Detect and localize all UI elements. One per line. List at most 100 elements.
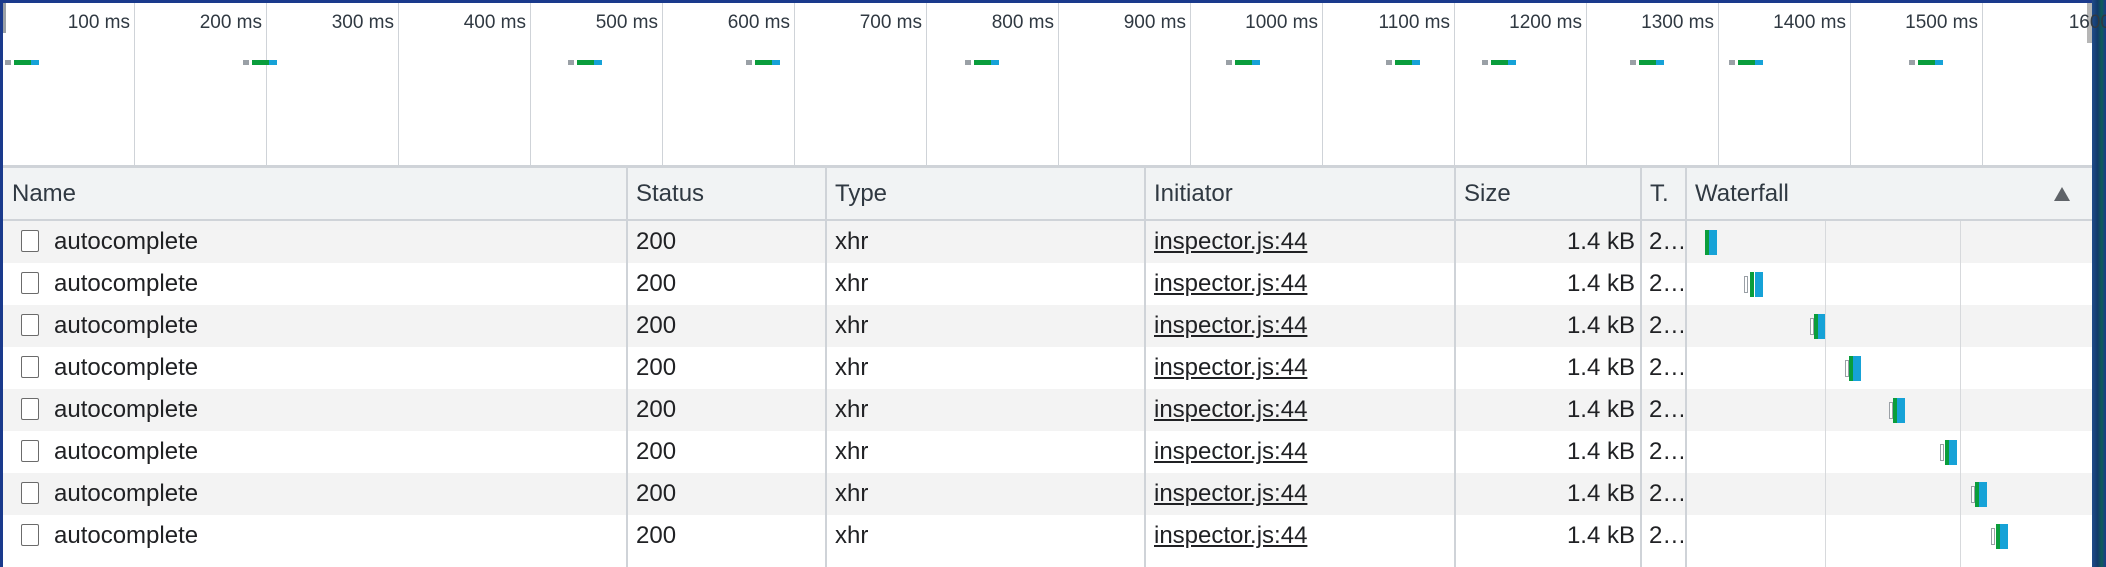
request-time: 2… [1649, 438, 1683, 465]
overview-request-marker [1226, 60, 1260, 65]
table-row[interactable]: autocomplete 200 xhr inspector.js:44 1.4 kB 2… [3, 263, 2092, 305]
initiator-link[interactable]: inspector.js:44 [1154, 438, 1307, 465]
overview-request-marker [1729, 60, 1763, 65]
request-status: 200 [636, 438, 677, 465]
table-header: Name Status Type Initiator Size T. Water… [3, 165, 2092, 221]
request-type: xhr [835, 270, 869, 297]
overview-request-marker [1630, 60, 1664, 65]
request-status: 200 [636, 228, 677, 255]
initiator-link[interactable]: inspector.js:44 [1154, 228, 1307, 255]
request-name[interactable]: autocomplete [54, 263, 614, 305]
overview-tick-label: 400 ms [463, 12, 526, 33]
column-divider[interactable] [1640, 165, 1642, 567]
initiator-link[interactable]: inspector.js:44 [1154, 312, 1307, 339]
column-header-status[interactable]: Status [627, 168, 825, 219]
requests-table: Name Status Type Initiator Size T. Water… [3, 165, 2092, 567]
request-size: 1.4 kB [1566, 396, 1635, 423]
table-row[interactable]: autocomplete 200 xhr inspector.js:44 1.4 kB 2… [3, 473, 2092, 515]
waterfall-download-bar[interactable] [1979, 482, 1987, 507]
overview-tick-label: 200 ms [199, 12, 262, 33]
request-type: xhr [835, 480, 869, 507]
overview-tick: 700 ms [795, 3, 927, 165]
request-name[interactable]: autocomplete [54, 431, 614, 473]
document-icon [21, 356, 39, 378]
overview-tick: 800 ms [927, 3, 1059, 165]
column-divider[interactable] [1144, 165, 1146, 567]
waterfall-waiting-bar[interactable] [1750, 272, 1754, 297]
overview-tick-label: 700 ms [859, 12, 922, 33]
overview-request-marker [1386, 60, 1420, 65]
initiator-link[interactable]: inspector.js:44 [1154, 522, 1307, 549]
overview-tick: 1500 ms [1851, 3, 1983, 165]
column-header-time[interactable]: T. [1641, 168, 1685, 219]
request-name[interactable]: autocomplete [54, 221, 614, 263]
request-status: 200 [636, 480, 677, 507]
waterfall-download-bar[interactable] [1897, 398, 1905, 423]
request-status: 200 [636, 354, 677, 381]
column-header-type[interactable]: Type [826, 168, 1144, 219]
overview-tick-label: 1200 ms [1509, 12, 1582, 33]
column-header-waterfall[interactable]: Waterfall [1686, 168, 2092, 219]
overview-tick-label: 1000 ms [1245, 12, 1318, 33]
request-type: xhr [835, 312, 869, 339]
overview-request-marker [5, 60, 39, 65]
request-name[interactable]: autocomplete [54, 347, 614, 389]
overview-tick-label: 100 ms [67, 12, 130, 33]
table-row[interactable]: autocomplete 200 xhr inspector.js:44 1.4 kB 2… [3, 431, 2092, 473]
overview-tick: 400 ms [399, 3, 531, 165]
overview-tick: 600 ms [663, 3, 795, 165]
document-icon [21, 440, 39, 462]
request-name[interactable]: autocomplete [54, 515, 614, 557]
request-name[interactable]: autocomplete [54, 389, 614, 431]
initiator-link[interactable]: inspector.js:44 [1154, 396, 1307, 423]
document-icon [21, 272, 39, 294]
table-row[interactable]: autocomplete 200 xhr inspector.js:44 1.4 kB 2… [3, 305, 2092, 347]
overview-tick-label: 1500 ms [1905, 12, 1978, 33]
waterfall-download-bar[interactable] [1949, 440, 1957, 465]
request-type: xhr [835, 228, 869, 255]
column-divider[interactable] [825, 165, 827, 567]
waterfall-queued-bar [1744, 276, 1748, 293]
overview-tick-label: 1100 ms [1378, 12, 1450, 33]
table-row[interactable]: autocomplete 200 xhr inspector.js:44 1.4 kB 2… [3, 221, 2092, 263]
table-row[interactable]: autocomplete 200 xhr inspector.js:44 1.4 kB 2… [3, 347, 2092, 389]
column-divider[interactable] [626, 165, 628, 567]
initiator-link[interactable]: inspector.js:44 [1154, 270, 1307, 297]
overview-tick: 1200 ms [1455, 3, 1587, 165]
waterfall-header-label: Waterfall [1695, 180, 1789, 207]
waterfall-download-bar[interactable] [1853, 356, 1861, 381]
overview-request-marker [1909, 60, 1943, 65]
request-type: xhr [835, 522, 869, 549]
overview-tick: 1300 ms [1587, 3, 1719, 165]
waterfall-queued-bar [1991, 528, 1995, 545]
table-row[interactable]: autocomplete 200 xhr inspector.js:44 1.4 kB 2… [3, 389, 2092, 431]
column-header-size[interactable]: Size [1455, 168, 1640, 219]
waterfall-download-bar[interactable] [1709, 230, 1717, 255]
overview-tick-label: 800 ms [991, 12, 1054, 33]
initiator-link[interactable]: inspector.js:44 [1154, 480, 1307, 507]
column-divider[interactable] [1454, 165, 1456, 567]
overview-tick-label: 500 ms [595, 12, 658, 33]
column-header-name[interactable]: Name [3, 168, 626, 219]
overview-tick: 1100 ms [1323, 3, 1455, 165]
overview-request-marker [746, 60, 780, 65]
overview-tick-label: 1300 ms [1641, 12, 1714, 33]
request-name[interactable]: autocomplete [54, 305, 614, 347]
overview-request-marker [965, 60, 999, 65]
request-time: 2… [1649, 312, 1683, 339]
initiator-link[interactable]: inspector.js:44 [1154, 354, 1307, 381]
request-size: 1.4 kB [1566, 270, 1635, 297]
table-row[interactable]: autocomplete 200 xhr inspector.js:44 1.4 kB 2… [3, 515, 2092, 557]
column-header-initiator[interactable]: Initiator [1145, 168, 1454, 219]
waterfall-download-bar[interactable] [1755, 272, 1763, 297]
document-icon [21, 524, 39, 546]
request-size: 1.4 kB [1566, 522, 1635, 549]
network-overview[interactable]: 100 ms 200 ms 300 ms 400 ms 500 ms 600 ms 700 … [3, 3, 2106, 165]
sort-ascending-icon[interactable] [2054, 187, 2070, 201]
column-divider[interactable] [1685, 165, 1687, 567]
waterfall-download-bar[interactable] [2000, 524, 2008, 549]
overview-tick-label: 900 ms [1123, 12, 1186, 33]
overview-request-marker [1482, 60, 1516, 65]
document-icon [21, 230, 39, 252]
request-name[interactable]: autocomplete [54, 473, 614, 515]
